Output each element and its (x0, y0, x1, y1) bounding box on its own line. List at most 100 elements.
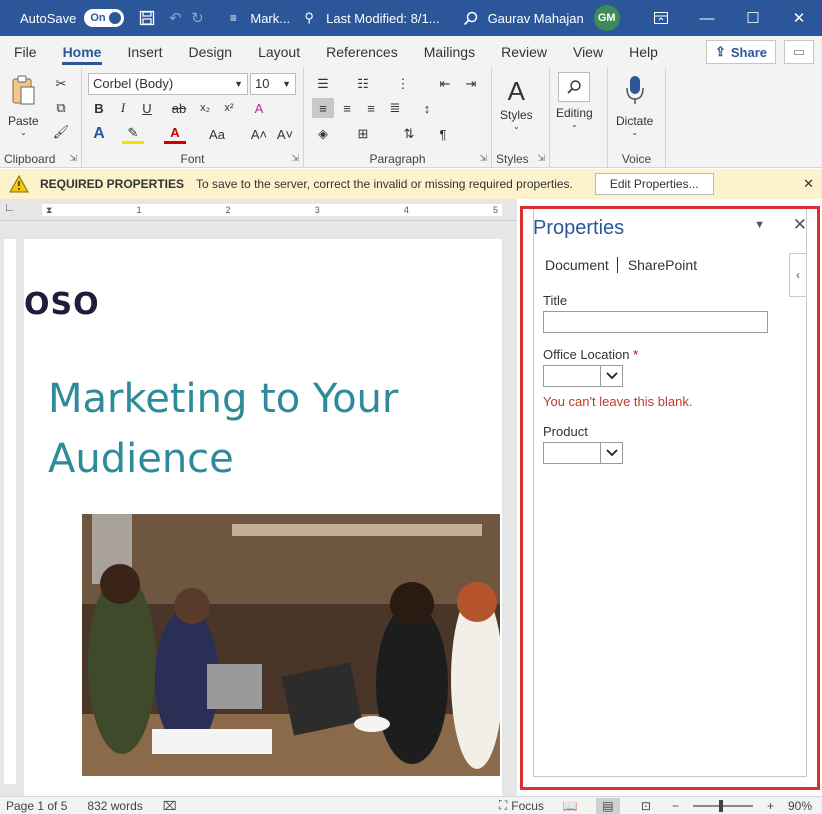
clear-formatting-icon[interactable]: A (248, 98, 270, 118)
tab-help[interactable]: Help (616, 36, 671, 68)
styles-launcher-icon[interactable]: ⇲ (537, 153, 545, 164)
ribbon-display-icon[interactable] (638, 0, 684, 36)
tab-layout[interactable]: Layout (245, 36, 313, 68)
italic-icon[interactable]: I (112, 98, 134, 118)
read-mode-icon[interactable]: 📖 (558, 798, 582, 814)
font-launcher-icon[interactable]: ⇲ (291, 153, 299, 164)
align-center-icon[interactable]: ≡ (336, 98, 358, 118)
word-count[interactable]: 832 words (87, 799, 142, 813)
sort-icon[interactable]: ⇅ (398, 124, 420, 144)
align-right-icon[interactable]: ≡ (360, 98, 382, 118)
tab-home[interactable]: Home (50, 36, 115, 68)
ruler-strip[interactable]: ⧗ 1 2 3 4 5 (42, 204, 502, 216)
tab-review[interactable]: Review (488, 36, 560, 68)
tab-stop-icon[interactable]: ∟ (4, 202, 15, 214)
zoom-level[interactable]: 90% (788, 799, 812, 813)
chevron-down-icon: ⌄ (19, 128, 27, 137)
tab-references[interactable]: References (313, 36, 411, 68)
pane-options-icon[interactable]: ▼ (754, 219, 765, 231)
comments-button[interactable]: ▭ (784, 40, 814, 64)
align-left-icon[interactable]: ≡ (312, 98, 334, 118)
close-icon[interactable]: ✕ (776, 0, 822, 36)
tab-view[interactable]: View (560, 36, 616, 68)
ruler-mark: 3 (314, 205, 320, 215)
zoom-in-icon[interactable]: + (767, 799, 774, 813)
shading-icon[interactable]: ◈ (312, 124, 334, 144)
font-color-icon[interactable]: A (164, 124, 186, 144)
bold-icon[interactable]: B (88, 98, 110, 118)
document-title[interactable]: Marketing to Your Audience (48, 369, 488, 489)
print-layout-icon[interactable]: ▤ (595, 797, 620, 814)
font-size-select[interactable]: 10 ▼ (250, 73, 296, 95)
strikethrough-icon[interactable]: ab (168, 98, 190, 118)
office-location-select[interactable] (543, 365, 623, 387)
tab-file[interactable]: File (0, 36, 50, 68)
document-name-group[interactable]: ≡ Mark... (222, 7, 290, 29)
minimize-icon[interactable]: — (684, 0, 730, 36)
font-group-label: Font (180, 152, 205, 166)
dictate-button[interactable]: Dictate ⌄ (616, 74, 653, 137)
highlight-icon[interactable]: ✎ (122, 124, 144, 144)
undo-icon[interactable]: ↶ (164, 7, 186, 29)
save-icon[interactable] (136, 7, 158, 29)
shrink-font-icon[interactable]: A˅ (274, 124, 296, 144)
tab-sharepoint[interactable]: SharePoint (616, 257, 705, 273)
multilevel-list-icon[interactable]: ⋮ (392, 74, 414, 94)
close-icon[interactable]: ✕ (803, 176, 814, 192)
tab-mailings[interactable]: Mailings (411, 36, 488, 68)
document-page[interactable]: OSO Marketing to Your Audience (24, 239, 502, 799)
chevron-left-icon[interactable]: ‹ (789, 253, 807, 297)
autosave-toggle[interactable]: On (84, 9, 125, 27)
document-photo[interactable] (82, 514, 500, 776)
paragraph-launcher-icon[interactable]: ⇲ (479, 153, 487, 164)
cut-icon[interactable]: ✂ (50, 74, 72, 94)
change-case-button[interactable]: Aa (202, 124, 232, 144)
edit-properties-button[interactable]: Edit Properties... (594, 173, 714, 195)
justify-icon[interactable]: ≣ (384, 98, 406, 118)
show-marks-icon[interactable]: ¶ (432, 124, 454, 144)
title-field[interactable] (543, 311, 768, 333)
editing-group: Editing ⌄ (550, 68, 608, 168)
copy-icon[interactable]: ⧉ (50, 98, 72, 118)
search-icon[interactable] (460, 7, 482, 29)
underline-icon[interactable]: U (136, 98, 158, 118)
clipboard-launcher-icon[interactable]: ⇲ (69, 153, 77, 164)
share-label: Share (730, 44, 767, 60)
font-name-select[interactable]: Corbel (Body) ▼ (88, 73, 248, 95)
focus-button[interactable]: ⛶ Focus (499, 798, 544, 813)
page-count[interactable]: Page 1 of 5 (6, 799, 67, 813)
tab-document[interactable]: Document (545, 257, 617, 273)
editing-button[interactable]: Editing ⌄ (556, 72, 593, 129)
maximize-icon[interactable]: ☐ (730, 0, 776, 36)
numbering-icon[interactable]: ☷ (352, 74, 374, 94)
increase-indent-icon[interactable]: ⇥ (460, 74, 482, 94)
redo-icon[interactable]: ↻ (186, 7, 208, 29)
line-spacing-icon[interactable]: ↕ (416, 98, 438, 118)
properties-tabs: Document SharePoint (545, 257, 705, 273)
tab-insert[interactable]: Insert (114, 36, 175, 68)
document-name[interactable]: Mark... (250, 11, 290, 26)
format-painter-icon[interactable]: 🖌 (50, 122, 72, 142)
tab-design[interactable]: Design (175, 36, 245, 68)
styles-button[interactable]: A Styles ⌄ (500, 74, 533, 131)
paste-button[interactable]: Paste ⌄ (8, 74, 39, 137)
product-select[interactable] (543, 442, 623, 464)
user-name[interactable]: Gaurav Mahajan (488, 11, 584, 26)
superscript-icon[interactable]: x² (218, 98, 240, 118)
decrease-indent-icon[interactable]: ⇤ (434, 74, 456, 94)
last-modified[interactable]: ⚲ Last Modified: 8/1... (298, 7, 439, 29)
borders-icon[interactable]: ⊞ (352, 124, 374, 144)
share-button[interactable]: ⇪ Share (705, 40, 776, 64)
voice-group: Dictate ⌄ Voice (608, 68, 666, 168)
web-layout-icon[interactable]: ⊡ (634, 798, 658, 814)
proofing-icon[interactable]: ⌧ (163, 799, 177, 813)
zoom-slider[interactable] (692, 799, 753, 812)
subscript-icon[interactable]: x₂ (194, 98, 216, 118)
grow-font-icon[interactable]: A˄ (248, 124, 270, 144)
avatar[interactable]: GM (593, 5, 620, 31)
zoom-out-icon[interactable]: − (672, 799, 679, 813)
text-effects-icon[interactable]: A (88, 124, 110, 144)
bullets-icon[interactable]: ☰ (312, 74, 334, 94)
customize-toolbar-icon[interactable]: ≡ (222, 7, 244, 29)
close-icon[interactable]: ✕ (793, 215, 807, 235)
